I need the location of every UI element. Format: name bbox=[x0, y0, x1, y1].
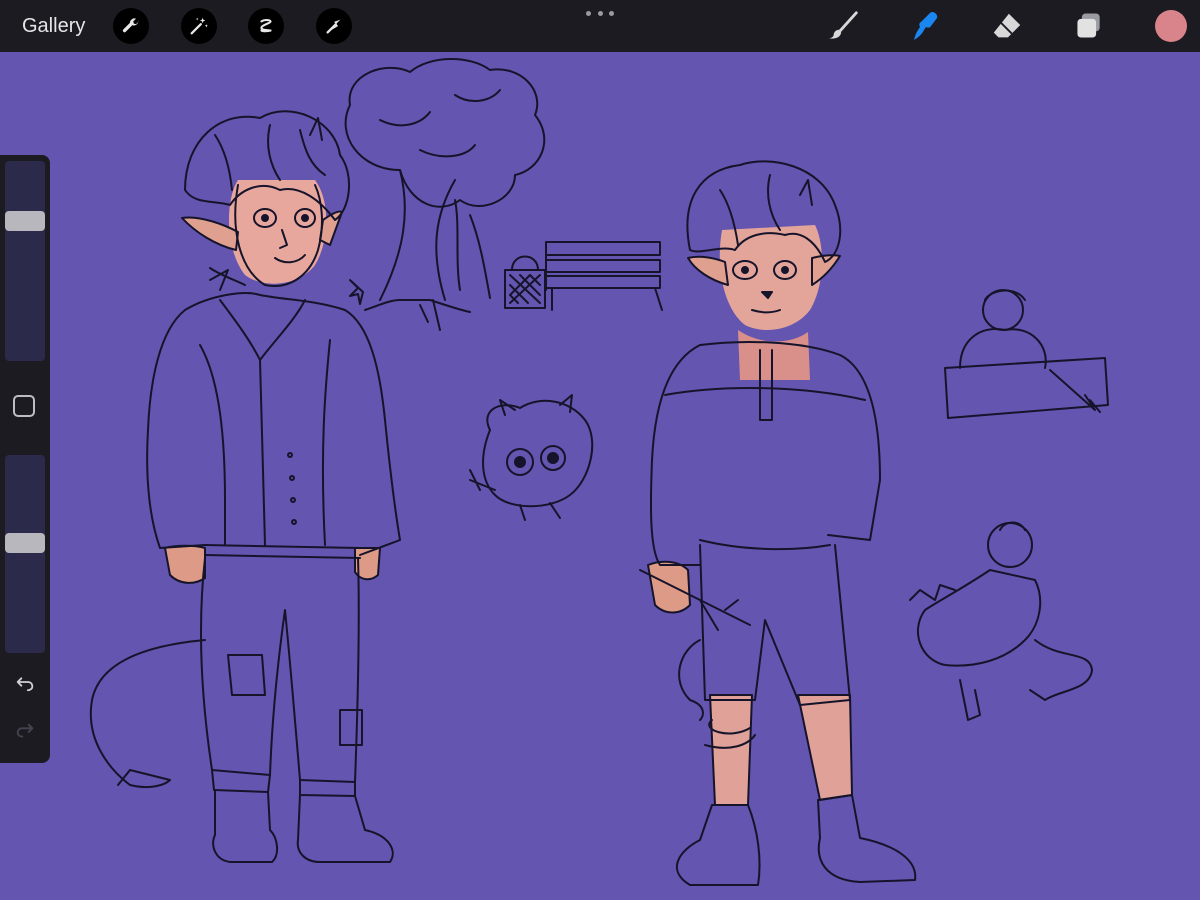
brush-icon bbox=[828, 11, 858, 39]
more-options-icon[interactable] bbox=[586, 6, 614, 20]
brush-size-slider[interactable] bbox=[5, 161, 45, 361]
gallery-button[interactable]: Gallery bbox=[22, 13, 85, 39]
left-sidebar bbox=[0, 155, 50, 763]
opacity-slider[interactable] bbox=[5, 455, 45, 653]
left-character-sketch bbox=[89, 110, 401, 863]
transform-button[interactable] bbox=[316, 8, 352, 44]
undo-icon bbox=[16, 677, 34, 692]
top-toolbar: Gallery bbox=[0, 0, 1200, 52]
small-creature-sketch bbox=[469, 394, 594, 521]
actions-button[interactable] bbox=[113, 8, 149, 44]
smudge-tool-button[interactable] bbox=[906, 8, 942, 44]
layers-button[interactable] bbox=[1071, 8, 1107, 44]
redo-icon bbox=[16, 723, 34, 738]
cow-sketch bbox=[909, 521, 1093, 721]
right-character-sketch bbox=[639, 160, 917, 886]
eraser-icon bbox=[993, 13, 1021, 38]
magic-wand-icon bbox=[190, 17, 208, 35]
modify-square-icon[interactable] bbox=[13, 395, 35, 417]
selection-icon bbox=[260, 19, 272, 33]
wrench-icon bbox=[122, 18, 139, 33]
opacity-handle[interactable] bbox=[5, 533, 45, 553]
brush-tool-button[interactable] bbox=[826, 8, 862, 44]
layers-icon bbox=[1077, 13, 1100, 38]
eraser-tool-button[interactable] bbox=[989, 8, 1025, 44]
drawing-canvas[interactable] bbox=[0, 52, 1200, 900]
redo-button[interactable] bbox=[10, 717, 40, 747]
color-swatch[interactable] bbox=[1155, 10, 1187, 42]
undo-button[interactable] bbox=[10, 667, 40, 697]
brush-size-handle[interactable] bbox=[5, 211, 45, 231]
adjustments-button[interactable] bbox=[181, 8, 217, 44]
transform-arrow-icon bbox=[326, 19, 341, 34]
box-sketch bbox=[944, 289, 1109, 419]
smudge-icon bbox=[914, 12, 938, 40]
selection-button[interactable] bbox=[248, 8, 284, 44]
